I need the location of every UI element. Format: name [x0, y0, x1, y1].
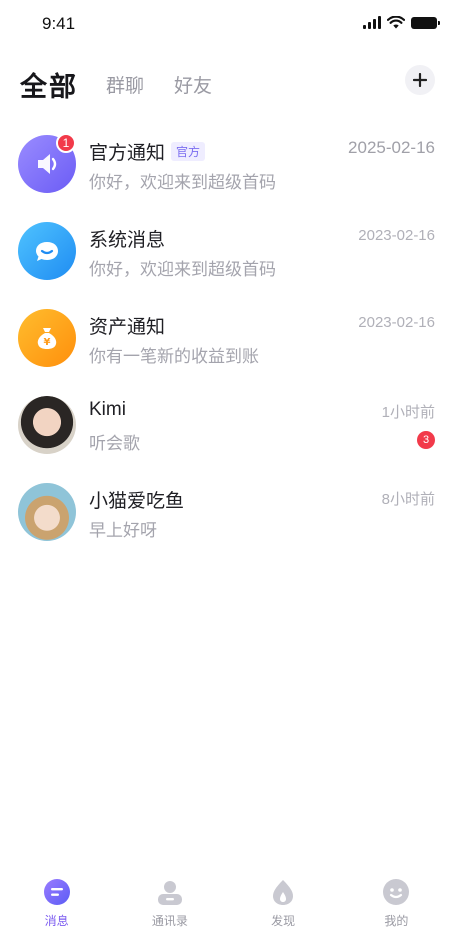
bottom-nav: 消息 通讯录 发现 我的: [0, 868, 453, 929]
contacts-icon: [156, 878, 184, 906]
user-photo: [18, 396, 76, 454]
message-item-system[interactable]: 系统消息 你好，欢迎来到超级首码 2023-02-16: [0, 209, 453, 296]
avatar: [18, 483, 76, 541]
message-title: 资产通知: [89, 317, 166, 338]
nav-label: 消息: [44, 914, 69, 928]
status-bar: 9:41: [0, 0, 453, 50]
profile-icon: [382, 878, 410, 906]
message-list: 1 官方通知 官方 你好，欢迎来到超级首码 2025-02-16 系统消息 你好…: [0, 122, 453, 557]
user-photo: [18, 483, 76, 541]
message-preview: 你好，欢迎来到超级首码: [89, 173, 276, 192]
nav-label: 发现: [271, 914, 296, 928]
discover-icon: [269, 878, 297, 906]
avatar: 1: [18, 133, 76, 193]
cellular-signal-icon: [363, 16, 381, 29]
message-time: 2023-02-16: [358, 314, 435, 331]
message-preview: 早上好呀: [89, 521, 157, 540]
nav-label: 我的: [384, 914, 409, 928]
nav-label: 通讯录: [151, 914, 188, 928]
plus-icon: [413, 73, 427, 87]
avatar: [18, 396, 76, 454]
wifi-icon: [387, 16, 405, 29]
nav-item-messages[interactable]: 消息: [0, 868, 113, 929]
message-icon: [43, 878, 71, 906]
add-button[interactable]: [405, 65, 435, 95]
header: 全部 群聊 好友: [0, 55, 453, 115]
message-item-official-notice[interactable]: 1 官方通知 官方 你好，欢迎来到超级首码 2025-02-16: [0, 122, 453, 209]
unread-badge: 1: [56, 133, 76, 153]
tab-friends[interactable]: 好友: [174, 71, 212, 98]
svg-text:¥: ¥: [44, 337, 51, 348]
message-time: 2025-02-16: [348, 138, 435, 157]
message-preview: 听会歌: [89, 434, 140, 453]
message-time: 8小时前: [381, 491, 435, 508]
tab-all[interactable]: 全部: [20, 65, 78, 104]
battery-icon: [411, 16, 440, 29]
message-preview: 你有一笔新的收益到账: [89, 347, 259, 366]
message-preview: 你好，欢迎来到超级首码: [89, 260, 276, 279]
official-tag: 官方: [171, 142, 206, 161]
message-time: 1小时前: [381, 404, 435, 421]
message-title: 官方通知: [89, 143, 166, 164]
speaker-icon: [38, 154, 57, 174]
message-item-cat[interactable]: 小猫爱吃鱼 早上好呀 8小时前: [0, 470, 453, 557]
avatar: ¥: [18, 309, 76, 367]
message-time: 2023-02-16: [358, 227, 435, 244]
message-item-asset[interactable]: ¥ 资产通知 你有一笔新的收益到账 2023-02-16: [0, 296, 453, 383]
status-time: 9:41: [42, 14, 76, 33]
chat-bubble-icon: [36, 242, 58, 261]
status-icons: [363, 16, 440, 29]
avatar: [18, 222, 76, 280]
message-title: 系统消息: [89, 230, 166, 251]
message-item-kimi[interactable]: Kimi 听会歌 1小时前 3: [0, 383, 453, 470]
message-title: 小猫爱吃鱼: [89, 491, 185, 512]
message-title: Kimi: [89, 399, 126, 420]
nav-item-discover[interactable]: 发现: [227, 868, 340, 929]
money-bag-icon: ¥: [37, 328, 57, 349]
tab-group-chat[interactable]: 群聊: [106, 71, 144, 98]
unread-count-badge: 3: [417, 431, 435, 449]
nav-item-profile[interactable]: 我的: [340, 868, 453, 929]
nav-item-contacts[interactable]: 通讯录: [113, 868, 226, 929]
